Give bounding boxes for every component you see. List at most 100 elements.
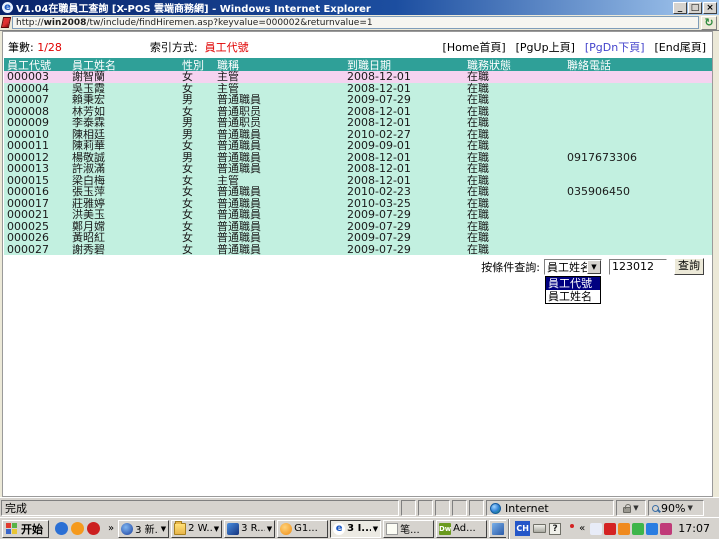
table-cell: 035906450 — [557, 186, 712, 198]
table-cell: 2009-09-01 — [347, 140, 467, 152]
table-cell: 在職 — [467, 244, 557, 256]
table-cell: 女 — [182, 175, 217, 187]
index-mode-label: 索引方式: — [150, 41, 198, 54]
task-button[interactable]: DwAd... — [436, 520, 487, 538]
table-row[interactable]: 000016張玉萍女普通職員2010-02-23在職035906450 — [4, 186, 712, 198]
table-row[interactable]: 000027謝秀碧女普通職員2009-07-29在職 — [4, 244, 712, 256]
printer-icon[interactable] — [533, 524, 546, 533]
site-favicon-icon — [1, 17, 11, 28]
table-row[interactable]: 000003謝智蘭女主管2008-12-01在職 — [4, 71, 712, 83]
chevron-down-icon: ▼ — [161, 525, 166, 533]
employee-table: 員工代號員工姓名性別職稱到職日期職務狀態聯絡電話 000003謝智蘭女主管200… — [4, 58, 712, 255]
table-cell: 男 — [182, 94, 217, 106]
task-label: 笔... — [400, 521, 431, 536]
address-input[interactable]: http://win2008/tw/include/findHiremen.as… — [12, 16, 699, 29]
nav-link[interactable]: [PgDn下頁] — [585, 39, 645, 55]
dropdown-option[interactable]: 員工代號 — [546, 277, 600, 290]
help-icon[interactable]: ? — [549, 523, 561, 535]
table-cell: 主管 — [217, 71, 347, 83]
task-button[interactable]: e3 I...▼ — [330, 520, 381, 538]
table-row[interactable]: 000015梁白梅女主管2008-12-01在職 — [4, 175, 712, 187]
table-cell: 普通职员 — [217, 117, 347, 129]
zoom-level: 90% — [661, 502, 685, 515]
flame-icon[interactable] — [618, 523, 630, 535]
url-scheme: http:// — [16, 18, 44, 28]
table-row[interactable]: 000026黃昭紅女普通職員2009-07-29在職 — [4, 232, 712, 244]
start-label: 开始 — [21, 521, 43, 537]
table-row[interactable]: 000008林芳如女普通职员2008-12-01在職 — [4, 106, 712, 118]
table-row[interactable]: 000007賴秉宏男普通職員2009-07-29在職 — [4, 94, 712, 106]
search-field-select[interactable]: 員工姓名 ▼ 員工代號員工姓名 — [544, 259, 602, 275]
table-row[interactable]: 000013許淑滿女普通職員2008-12-01在職 — [4, 163, 712, 175]
chevron-down-icon: ▼ — [267, 525, 272, 533]
table-cell: 000017 — [4, 198, 70, 210]
maximize-button[interactable]: □ — [688, 2, 702, 14]
search-condition-label: 按條件查詢: — [481, 259, 540, 275]
table-cell: 普通职员 — [217, 106, 347, 118]
collapse-tray-icon[interactable]: « — [577, 523, 587, 534]
task-buttons: 3 新...▼2 W...▼3 R...▼G1...e3 I...▼ 笔... Dw… — [118, 520, 506, 538]
refresh-button[interactable]: ↻ — [701, 16, 717, 30]
table-row[interactable]: 000009李泰霖男普通职员2008-12-01在職 — [4, 117, 712, 129]
table-row[interactable]: 000025鄭月嫦女普通職員2009-07-29在職 — [4, 221, 712, 233]
protected-mode-pane[interactable]: ▼ — [616, 500, 646, 516]
table-cell: 2010-02-27 — [347, 129, 467, 141]
table-row[interactable]: 000021洪美玉女普通職員2009-07-29在職 — [4, 209, 712, 221]
msn-icon[interactable] — [646, 523, 658, 535]
updates-icon[interactable] — [564, 523, 574, 535]
table-cell: 000012 — [4, 152, 70, 164]
security-zone-label: Internet — [505, 502, 549, 515]
task-button[interactable]: 3 新...▼ — [118, 520, 169, 538]
table-cell: 000025 — [4, 221, 70, 233]
table-cell: 2008-12-01 — [347, 106, 467, 118]
chevron-down-icon[interactable]: ▼ — [587, 260, 601, 274]
table-row[interactable]: 000017莊雅婷女普通職員2010-03-25在職 — [4, 198, 712, 210]
task-label: Ad... — [453, 523, 484, 534]
table-cell: 普通職員 — [217, 129, 347, 141]
minimize-button[interactable]: _ — [673, 2, 687, 14]
table-cell: 2008-12-01 — [347, 117, 467, 129]
qq-icon[interactable] — [604, 523, 616, 535]
task-button[interactable]: 3 R...▼ — [224, 520, 275, 538]
task-button[interactable]: G1... — [277, 520, 328, 538]
table-body: 000003謝智蘭女主管2008-12-01在職000004吳玉霞女主管2008… — [4, 71, 712, 255]
dropdown-option[interactable]: 員工姓名 — [546, 290, 600, 303]
close-button[interactable]: × — [703, 2, 717, 14]
security-zone-pane: Internet — [486, 500, 614, 516]
media-icon[interactable] — [660, 523, 672, 535]
record-count-label: 筆數: — [8, 39, 34, 55]
windows-logo-icon — [6, 523, 18, 534]
nav-link[interactable]: [Home首頁] — [443, 39, 506, 55]
quick-launch-overflow-icon[interactable]: » — [106, 523, 116, 534]
nav-link[interactable]: [PgUp上頁] — [516, 39, 575, 55]
table-cell — [557, 163, 712, 175]
shield-icon[interactable] — [632, 523, 644, 535]
task-button[interactable]: AS... — [489, 520, 506, 538]
zoom-control[interactable]: 90% ▼ — [648, 500, 704, 516]
page-icon[interactable] — [590, 523, 602, 535]
table-row[interactable]: 000011陳莉華女普通職員2009-09-01在職 — [4, 140, 712, 152]
table-row[interactable]: 000012楊敬誠男普通職員2008-12-01在職0917673306 — [4, 152, 712, 164]
task-button[interactable]: 笔... — [383, 520, 434, 538]
qq-face-icon[interactable] — [71, 522, 84, 535]
table-cell: 男 — [182, 117, 217, 129]
table-cell: 在職 — [467, 232, 557, 244]
table-cell: 賴秉宏 — [70, 94, 182, 106]
qq-penguin-icon[interactable] — [87, 522, 100, 535]
language-indicator[interactable]: CH — [515, 521, 530, 536]
nav-link[interactable]: [End尾頁] — [655, 39, 707, 55]
table-cell: 許淑滿 — [70, 163, 182, 175]
table-cell: 000015 — [4, 175, 70, 187]
start-button[interactable]: 开始 — [2, 520, 49, 538]
search-keyword-input[interactable] — [609, 259, 667, 275]
table-header: 員工代號員工姓名性別職稱到職日期職務狀態聯絡電話 — [4, 58, 712, 71]
ie-icon[interactable] — [55, 522, 68, 535]
table-row[interactable]: 000004吳玉霞女主管2008-12-01在職 — [4, 83, 712, 95]
search-row: 按條件查詢: 員工姓名 ▼ 員工代號員工姓名 查詢 — [3, 255, 712, 275]
magnifier-icon — [652, 505, 659, 512]
task-button[interactable]: 2 W...▼ — [171, 520, 222, 538]
table-row[interactable]: 000010陳相廷男普通職員2010-02-27在職 — [4, 129, 712, 141]
table-cell: 在職 — [467, 186, 557, 198]
table-cell: 在職 — [467, 175, 557, 187]
search-button[interactable]: 查詢 — [674, 258, 704, 275]
